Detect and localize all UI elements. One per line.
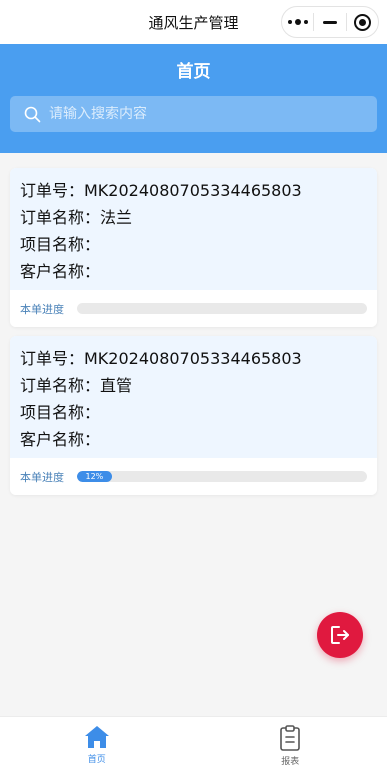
logout-icon [331, 626, 349, 644]
tab-home[interactable]: 首页 [0, 717, 194, 772]
order-card[interactable]: 订单号：MK2024080705334465803 订单名称：直管 项目名称： … [10, 336, 377, 495]
order-progress-row: 本单进度 [10, 290, 377, 327]
customer-name: 客户名称： [20, 430, 101, 449]
order-card-body: 订单号：MK2024080705334465803 订单名称：法兰 项目名称： … [10, 168, 377, 290]
order-number: 订单号：MK2024080705334465803 [20, 181, 302, 200]
progress-label: 本单进度 [20, 302, 64, 316]
clipboard-icon [280, 725, 301, 751]
app-title: 通风生产管理 [148, 13, 239, 32]
page-header: 首页 [0, 44, 387, 153]
order-list: 订单号：MK2024080705334465803 订单名称：法兰 项目名称： … [10, 168, 377, 504]
order-card[interactable]: 订单号：MK2024080705334465803 订单名称：法兰 项目名称： … [10, 168, 377, 327]
tab-home-label: 首页 [87, 755, 106, 765]
tab-report-label: 报表 [281, 757, 300, 767]
tab-report[interactable]: 报表 [194, 717, 387, 772]
logout-button[interactable] [317, 612, 363, 658]
tab-bar: 首页 报表 [0, 716, 387, 772]
order-name: 订单名称：直管 [20, 376, 133, 395]
search-icon [24, 106, 41, 122]
capsule-menu [281, 6, 379, 38]
minimize-button[interactable] [314, 7, 345, 37]
customer-name: 客户名称： [20, 262, 101, 281]
progress-track: 12% [77, 471, 367, 482]
close-circle-icon [353, 13, 371, 31]
page-title: 首页 [176, 62, 211, 82]
close-miniprogram-button[interactable] [347, 7, 378, 37]
more-button[interactable] [282, 7, 313, 37]
home-icon [84, 726, 109, 748]
progress-label: 本单进度 [20, 470, 64, 484]
progress-fill: 12% [77, 471, 112, 482]
order-number: 订单号：MK2024080705334465803 [20, 349, 302, 368]
project-name: 项目名称： [20, 403, 101, 422]
progress-track [77, 303, 367, 314]
minimize-icon [322, 20, 337, 24]
more-dots-icon [287, 19, 308, 25]
top-bar: 通风生产管理 [0, 0, 387, 44]
order-progress-row: 本单进度 12% [10, 458, 377, 495]
project-name: 项目名称： [20, 235, 101, 254]
search-input[interactable] [49, 106, 349, 122]
order-name: 订单名称：法兰 [20, 208, 133, 227]
search-bar[interactable] [10, 96, 377, 132]
order-card-body: 订单号：MK2024080705334465803 订单名称：直管 项目名称： … [10, 336, 377, 458]
